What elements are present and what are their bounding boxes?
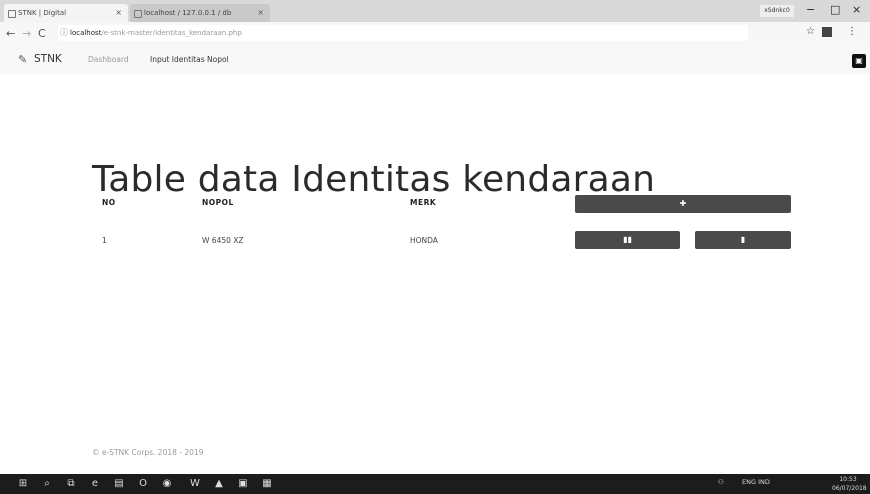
trash-icon: ▮: [740, 235, 746, 244]
page-title: Table data Identitas kendaraan: [92, 159, 656, 201]
table-cell-merk: HONDA: [410, 236, 438, 245]
column-header-no: NO: [102, 198, 116, 207]
tab-close-icon[interactable]: ×: [115, 4, 122, 22]
back-icon[interactable]: ←: [6, 27, 15, 40]
lock-icon[interactable]: ▣: [852, 54, 866, 68]
add-data-button[interactable]: ✚: [575, 195, 791, 213]
window-profile-label[interactable]: xSdnkc0: [760, 5, 794, 17]
browser-menu-icon[interactable]: ⋮: [847, 26, 857, 37]
tab-title: localhost / 127.0.0.1 / db: [144, 9, 232, 17]
minimize-icon[interactable]: −: [806, 3, 815, 16]
opera-icon[interactable]: O: [136, 477, 150, 491]
browser-tab-stnk[interactable]: STNK | Digital ×: [4, 4, 128, 22]
footer-copyright: © e-STNK Corps. 2018 - 2019: [92, 448, 204, 457]
word-icon[interactable]: W: [188, 477, 202, 491]
extension-icon[interactable]: [822, 27, 832, 37]
table-cell-no: 1: [102, 236, 107, 245]
column-header-nopol: NOPOL: [202, 198, 234, 207]
plus-icon: ✚: [679, 199, 687, 208]
bookmark-star-icon[interactable]: ☆: [806, 26, 815, 37]
clock-date: 06/07/2018: [832, 485, 867, 492]
brand-name[interactable]: STNK: [34, 53, 62, 65]
edit-button[interactable]: ▮▮: [575, 231, 680, 249]
column-header-merk: MERK: [410, 198, 437, 207]
nav-input-identitas[interactable]: Input Identitas Nopol: [150, 55, 229, 64]
search-icon[interactable]: ⌕: [40, 477, 54, 491]
taskbar-clock[interactable]: 10:53 06/07/2018: [832, 475, 867, 493]
people-icon[interactable]: ⚇: [718, 478, 724, 486]
maximize-icon[interactable]: □: [830, 3, 840, 16]
tab-close-icon[interactable]: ×: [257, 4, 264, 22]
book-icon: ▮▮: [623, 235, 632, 244]
tab-favicon-icon: [8, 10, 16, 18]
nav-dashboard[interactable]: Dashboard: [88, 55, 129, 64]
app-icon[interactable]: ▲: [212, 477, 226, 491]
site-info-icon[interactable]: ⓘ: [60, 25, 68, 41]
table-cell-nopol: W 6450 XZ: [202, 236, 244, 245]
edge-icon[interactable]: e: [88, 477, 102, 491]
url-path: /e-stnk-master/identitas_kendaraan.php: [101, 29, 242, 37]
windows-start-icon[interactable]: ⊞: [16, 477, 30, 491]
file-explorer-icon[interactable]: ▤: [112, 477, 126, 491]
browser-tab-phpmyadmin[interactable]: localhost / 127.0.0.1 / db ×: [130, 4, 270, 22]
tab-title: STNK | Digital: [18, 9, 67, 17]
windows-taskbar: [0, 474, 870, 494]
delete-button[interactable]: ▮: [695, 231, 791, 249]
url-host: localhost: [70, 29, 102, 37]
tray-status[interactable]: ENG IND: [742, 478, 770, 486]
reload-icon[interactable]: C: [38, 27, 46, 40]
task-view-icon[interactable]: ⧉: [64, 477, 78, 491]
app-navbar: [0, 46, 870, 74]
sublime-icon[interactable]: ▣: [236, 477, 250, 491]
brand-logo-icon: ✎: [18, 53, 28, 66]
url-input[interactable]: ⓘ localhost/e-stnk-master/identitas_kend…: [58, 25, 748, 41]
tab-favicon-icon: [134, 10, 142, 18]
terminal-icon[interactable]: ▦: [260, 477, 274, 491]
close-window-icon[interactable]: ×: [852, 3, 861, 16]
chrome-icon[interactable]: ◉: [160, 477, 174, 491]
clock-time: 10:53: [839, 476, 857, 483]
forward-icon[interactable]: →: [22, 27, 31, 40]
